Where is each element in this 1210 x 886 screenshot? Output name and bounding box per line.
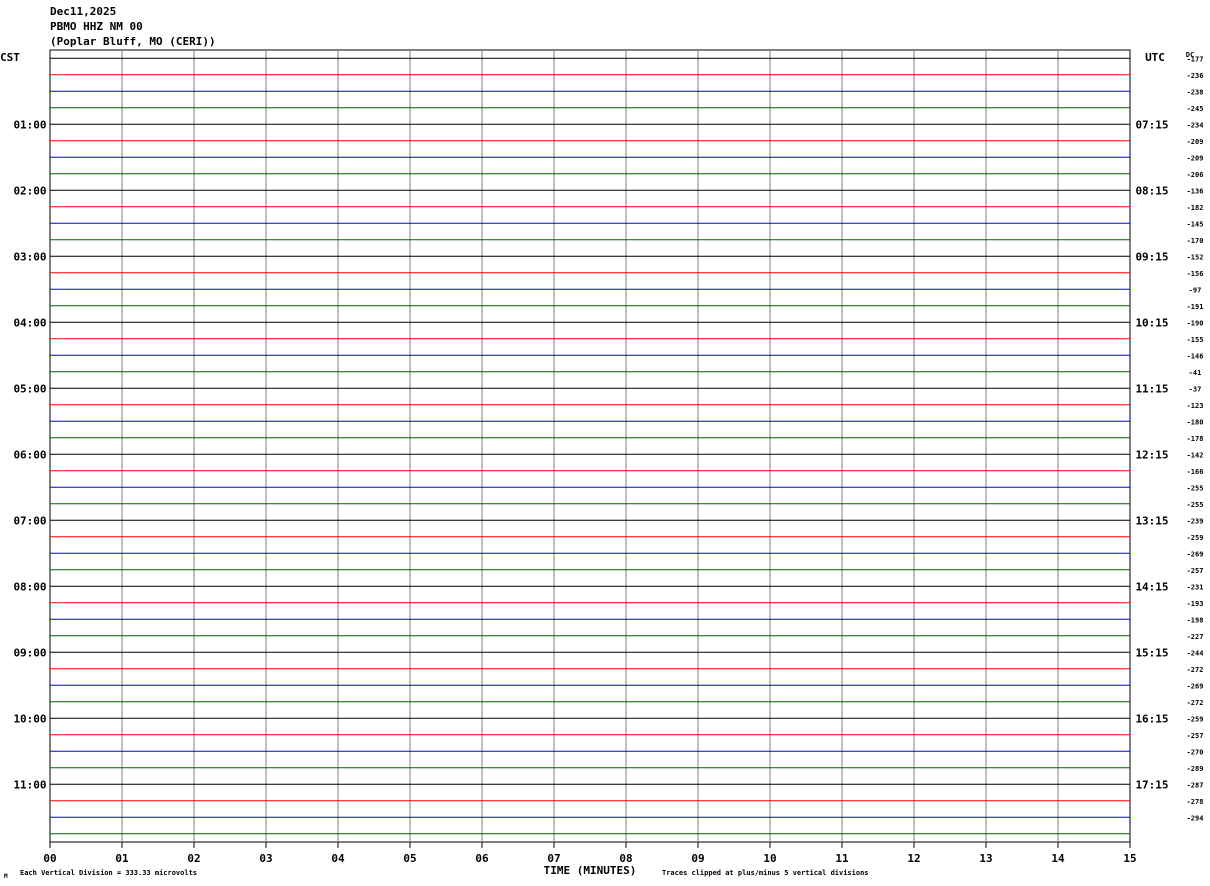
dc-offset-label: -145 [1187, 220, 1204, 228]
left-hour-label: 10:00 [13, 712, 46, 725]
left-hour-label: 06:00 [13, 448, 46, 461]
dc-offset-label: -37 [1189, 385, 1202, 393]
dc-offset-label: -170 [1187, 237, 1204, 245]
dc-offset-label: -272 [1187, 699, 1204, 707]
dc-offset-label: -227 [1187, 633, 1204, 641]
footer-clip-note: Traces clipped at plus/minus 5 vertical … [662, 869, 869, 877]
dc-offset-label: -257 [1187, 732, 1204, 740]
dc-offset-label: -193 [1187, 600, 1204, 608]
x-tick-label: 02 [187, 852, 200, 865]
x-tick-label: 12 [907, 852, 920, 865]
dc-offset-label: -270 [1187, 748, 1204, 756]
right-hour-label: 10:15 [1135, 316, 1168, 329]
dc-offset-label: -236 [1187, 72, 1204, 80]
right-hour-label: 13:15 [1135, 514, 1168, 527]
dc-offset-label: -234 [1187, 121, 1204, 129]
x-tick-label: 04 [331, 852, 345, 865]
dc-offset-label: -97 [1189, 286, 1202, 294]
helicorder-chart: 00 01 02 03 04 05 06 07 08 09 10 11 12 13 14 15TIME (MI… [0, 49, 1204, 880]
dc-offset-label: -156 [1187, 270, 1204, 278]
dc-offset-label: -166 [1187, 468, 1204, 476]
dc-offset-label: -269 [1187, 550, 1204, 558]
dc-offset-label: -142 [1187, 451, 1204, 459]
left-hour-label: 05:00 [13, 382, 46, 395]
right-hour-label: 09:15 [1135, 250, 1168, 263]
dc-offset-label: -255 [1187, 501, 1204, 509]
trace-group [50, 57, 1130, 835]
left-hour-label: 02:00 [13, 184, 46, 197]
right-hour-label: 12:15 [1135, 448, 1168, 461]
x-tick-label: 10 [763, 852, 776, 865]
dc-offset-label: -177 [1187, 55, 1204, 63]
x-tick-label: 15 [1123, 852, 1136, 865]
right-hour-label: 08:15 [1135, 184, 1168, 197]
dc-offset-label: -272 [1187, 666, 1204, 674]
dc-offset-label: -269 [1187, 682, 1204, 690]
dc-offset-label: -278 [1187, 798, 1204, 806]
footer-scale-note: Each Vertical Division = 333.33 microvol… [20, 869, 197, 877]
dc-offset-label: -155 [1187, 336, 1204, 344]
x-tick-label: 14 [1051, 852, 1065, 865]
dc-offset-label: -123 [1187, 402, 1204, 410]
helicorder-page: Dec11,2025 PBMO HHZ NM 00 (Poplar Bluff,… [0, 0, 1210, 886]
x-tick-label: 03 [259, 852, 272, 865]
left-hour-label: 07:00 [13, 514, 46, 527]
dc-offset-label: -239 [1187, 517, 1204, 525]
right-hour-label: 11:15 [1135, 382, 1168, 395]
x-axis-title: TIME (MINUTES) [544, 864, 637, 877]
right-hour-label: 16:15 [1135, 712, 1168, 725]
dc-offset-label: -255 [1187, 484, 1204, 492]
dc-offset-label: -180 [1187, 418, 1204, 426]
right-hour-label: 07:15 [1135, 118, 1168, 131]
dc-offset-label: -244 [1187, 649, 1204, 657]
dc-offset-label: -245 [1187, 105, 1204, 113]
dc-offset-label: -231 [1187, 583, 1204, 591]
x-tick-label: 01 [115, 852, 129, 865]
x-tick-label: 13 [979, 852, 992, 865]
dc-offset-label: -209 [1187, 138, 1204, 146]
dc-offset-label: -190 [1187, 319, 1204, 327]
dc-offset-label: -209 [1187, 154, 1204, 162]
x-tick-label: 05 [403, 852, 416, 865]
x-tick-label: 09 [691, 852, 704, 865]
left-hour-label: 11:00 [13, 778, 46, 791]
plot-frame [49, 49, 1131, 843]
dc-offset-label: -259 [1187, 715, 1204, 723]
left-hour-label: 04:00 [13, 316, 46, 329]
dc-offset-label: -41 [1189, 369, 1202, 377]
left-hour-label: 01:00 [13, 118, 46, 131]
left-hour-label: 08:00 [13, 580, 46, 593]
x-tick-label: 11 [835, 852, 849, 865]
dc-offset-label: -287 [1187, 781, 1204, 789]
dc-offset-label: -238 [1187, 88, 1204, 96]
dc-offset-label: -206 [1187, 171, 1204, 179]
left-axis-title: CST [0, 51, 20, 64]
dc-offset-label: -191 [1187, 303, 1204, 311]
dc-offset-label: -136 [1187, 187, 1204, 195]
dc-offset-label: -259 [1187, 534, 1204, 542]
dc-offset-label: -182 [1187, 204, 1204, 212]
right-hour-label: 17:15 [1135, 778, 1168, 791]
right-hour-label: 14:15 [1135, 580, 1168, 593]
right-hour-label: 15:15 [1135, 646, 1168, 659]
dc-offset-label: -198 [1187, 616, 1204, 624]
dc-offset-label: -257 [1187, 567, 1204, 575]
right-axis-title: UTC [1145, 51, 1165, 64]
x-tick-label: 06 [475, 852, 489, 865]
dc-offset-label: -146 [1187, 352, 1204, 360]
dc-offset-label: -178 [1187, 435, 1204, 443]
dc-offset-label: -294 [1187, 814, 1204, 822]
left-hour-label: 09:00 [13, 646, 46, 659]
corner-mark: M [4, 873, 8, 880]
dc-offset-label: -152 [1187, 253, 1204, 261]
x-tick-label: 00 [43, 852, 56, 865]
left-hour-label: 03:00 [13, 250, 46, 263]
dc-offset-label: -289 [1187, 765, 1204, 773]
